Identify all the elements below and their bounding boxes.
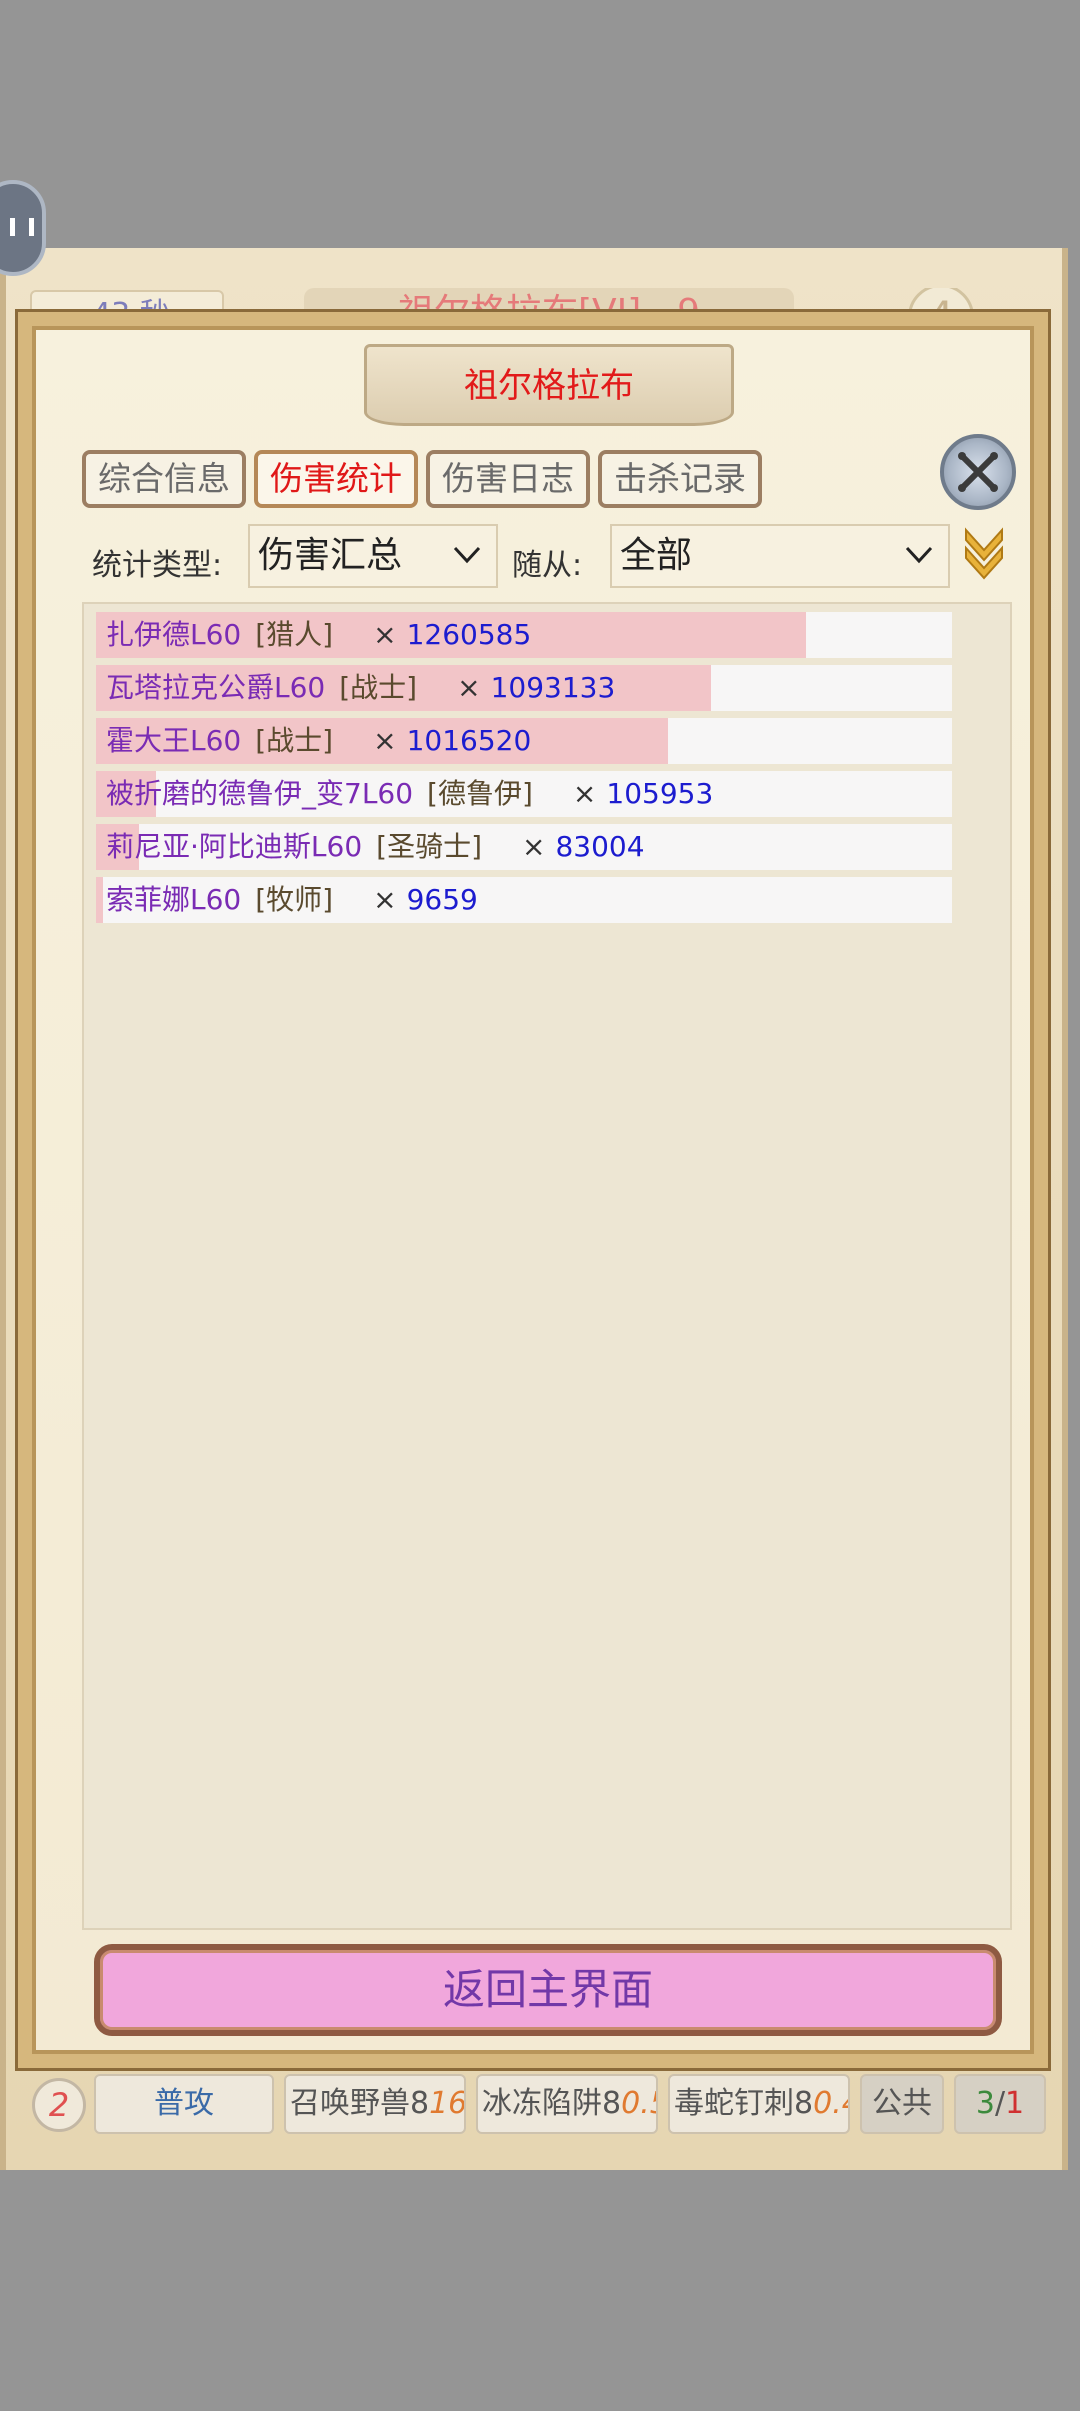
panel-title: 祖尔格拉布	[464, 366, 634, 406]
player-name: 莉尼亚·阿比迪斯L60	[106, 830, 363, 863]
multiplier: ×	[522, 830, 546, 863]
damage-value: 105953	[606, 777, 714, 810]
skill-name: 毒蛇钉刺8	[674, 2086, 814, 2121]
close-icon	[958, 452, 998, 492]
chevron-down-icon	[453, 546, 481, 564]
damage-value: 9659	[406, 883, 478, 916]
panel-title-plate: 祖尔格拉布	[364, 344, 734, 426]
tab-overview[interactable]: 综合信息	[82, 450, 246, 508]
damage-value: 1260585	[406, 618, 532, 651]
multiplier: ×	[457, 671, 481, 704]
player-name: 被折磨的德鲁伊_变7L60	[106, 777, 414, 810]
return-main-button[interactable]: 返回主界面	[94, 1944, 1002, 2036]
skill-button[interactable]: 毒蛇钉刺80.4	[668, 2074, 850, 2134]
stat-type-label: 统计类型:	[92, 548, 223, 583]
skill-cooldown: 16	[429, 2086, 466, 2121]
damage-value: 1093133	[490, 671, 616, 704]
public-button[interactable]: 公共	[860, 2074, 944, 2134]
pause-icon[interactable]	[0, 180, 46, 276]
player-class: [战士]	[339, 671, 418, 704]
skill-bar: 2 普攻 召唤野兽816 冰冻陷阱80.5 毒蛇钉刺80.4 公共 3/1	[18, 2070, 1058, 2140]
statistics-panel: 祖尔格拉布 综合信息 伤害统计 伤害日志 击杀记录 统计类型: 伤害汇总 随从:…	[18, 312, 1048, 2068]
list-item[interactable]: 瓦塔拉克公爵L60 [战士] × 1093133	[96, 665, 952, 711]
multiplier: ×	[373, 618, 397, 651]
tab-damage-stats[interactable]: 伤害统计	[254, 450, 418, 508]
damage-value: 1016520	[406, 724, 532, 757]
tab-damage-log[interactable]: 伤害日志	[426, 450, 590, 508]
list-item[interactable]: 被折磨的德鲁伊_变7L60 [德鲁伊] × 105953	[96, 771, 952, 817]
player-name: 扎伊德L60	[106, 618, 242, 651]
page-indicator: 3/1	[954, 2074, 1046, 2134]
player-class: [猎人]	[255, 618, 334, 651]
page-current: 3	[975, 2086, 995, 2121]
multiplier: ×	[572, 777, 597, 810]
multiplier: ×	[373, 724, 397, 757]
player-class: [德鲁伊]	[427, 777, 533, 810]
list-item[interactable]: 莉尼亚·阿比迪斯L60 [圣骑士] × 83004	[96, 824, 952, 870]
list-item[interactable]: 霍大王L60 [战士] × 1016520	[96, 718, 952, 764]
follower-select[interactable]: 全部	[610, 524, 950, 588]
list-item[interactable]: 扎伊德L60 [猎人] × 1260585	[96, 612, 952, 658]
player-class: [战士]	[255, 724, 334, 757]
skill-cooldown: 0.5	[621, 2086, 656, 2121]
level-badge: 2	[32, 2078, 86, 2132]
stat-type-value: 伤害汇总	[258, 535, 403, 576]
skill-button[interactable]: 召唤野兽816	[284, 2074, 466, 2134]
skill-cooldown: 0.4	[813, 2086, 848, 2121]
close-button[interactable]	[940, 434, 1016, 510]
attack-button[interactable]: 普攻	[94, 2074, 274, 2134]
page-separator: /	[994, 2086, 1006, 2121]
follower-value: 全部	[620, 535, 693, 576]
skill-button[interactable]: 冰冻陷阱80.5	[476, 2074, 658, 2134]
skill-name: 召唤野兽8	[290, 2086, 430, 2121]
player-name: 瓦塔拉克公爵L60	[106, 671, 326, 704]
chevron-down-icon	[905, 546, 933, 564]
damage-value: 83004	[555, 830, 645, 863]
player-name: 霍大王L60	[106, 724, 242, 757]
multiplier: ×	[373, 883, 397, 916]
expand-icon[interactable]	[962, 526, 1006, 582]
player-class: [牧师]	[255, 883, 334, 916]
player-name: 索菲娜L60	[106, 883, 242, 916]
damage-list: 扎伊德L60 [猎人] × 1260585 瓦塔拉克公爵L60 [战士] × 1093133…	[82, 602, 1012, 1930]
damage-bar	[96, 877, 103, 923]
stat-type-select[interactable]: 伤害汇总	[248, 524, 498, 588]
list-item[interactable]: 索菲娜L60 [牧师] × 9659	[96, 877, 952, 923]
tab-kill-record[interactable]: 击杀记录	[598, 450, 762, 508]
skill-name: 冰冻陷阱8	[482, 2086, 622, 2121]
player-class: [圣骑士]	[376, 830, 482, 863]
follower-label: 随从:	[512, 548, 583, 583]
page-total: 1	[1005, 2086, 1025, 2121]
